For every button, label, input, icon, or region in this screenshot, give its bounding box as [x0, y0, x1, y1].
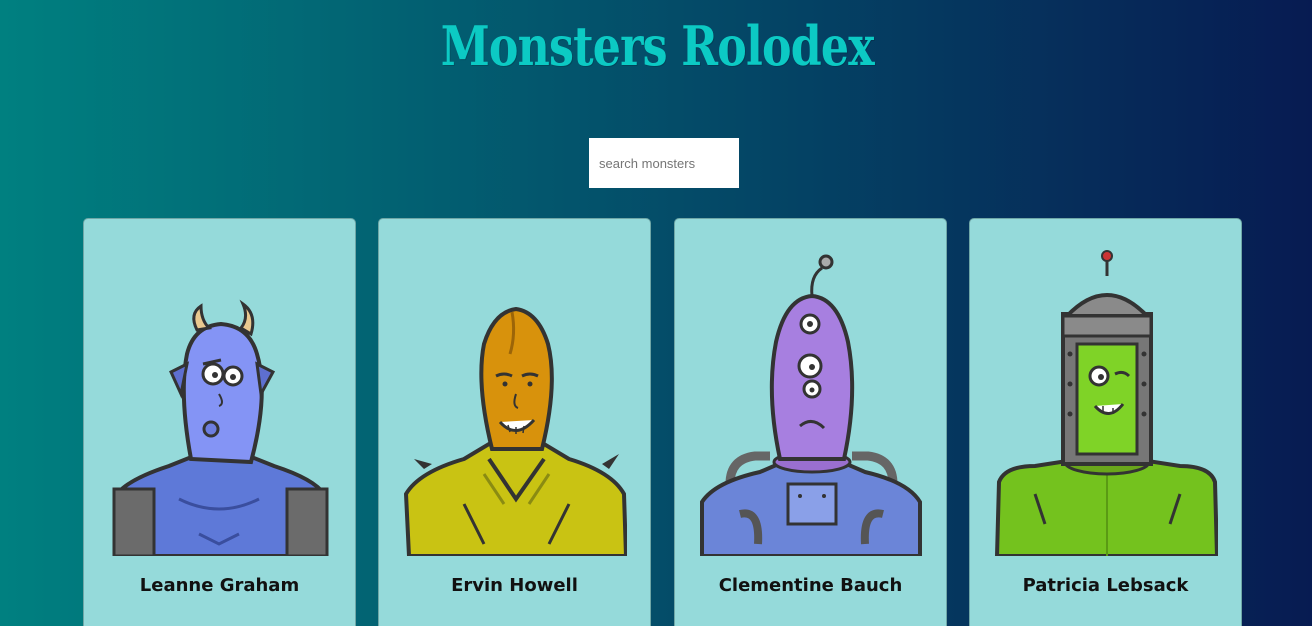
monster-card[interactable]: Clementine Bauch: [674, 218, 947, 626]
monster-name: Clementine Bauch: [718, 575, 903, 596]
search-input[interactable]: [589, 138, 739, 188]
monster-avatar: [995, 244, 1218, 556]
purple-monster-image: [700, 254, 922, 556]
orange-monster-image: [404, 306, 627, 556]
monster-name: Leanne Graham: [139, 575, 300, 596]
monster-name: Patricia Lebsack: [1022, 575, 1189, 596]
card-list: Leanne Graham Ervin Howell Clementine Ba…: [83, 218, 1245, 626]
blue-monster-image: [112, 299, 329, 556]
monster-card[interactable]: Patricia Lebsack: [969, 218, 1242, 626]
monster-avatar: [404, 244, 627, 556]
monster-name: Ervin Howell: [451, 575, 578, 596]
monster-card[interactable]: Leanne Graham: [83, 218, 356, 626]
app-title: Monsters Rolodex: [440, 14, 875, 78]
monster-card[interactable]: Ervin Howell: [378, 218, 651, 626]
monster-avatar: [109, 244, 332, 556]
monster-avatar: [700, 244, 923, 556]
green-monster-image: [995, 250, 1218, 556]
